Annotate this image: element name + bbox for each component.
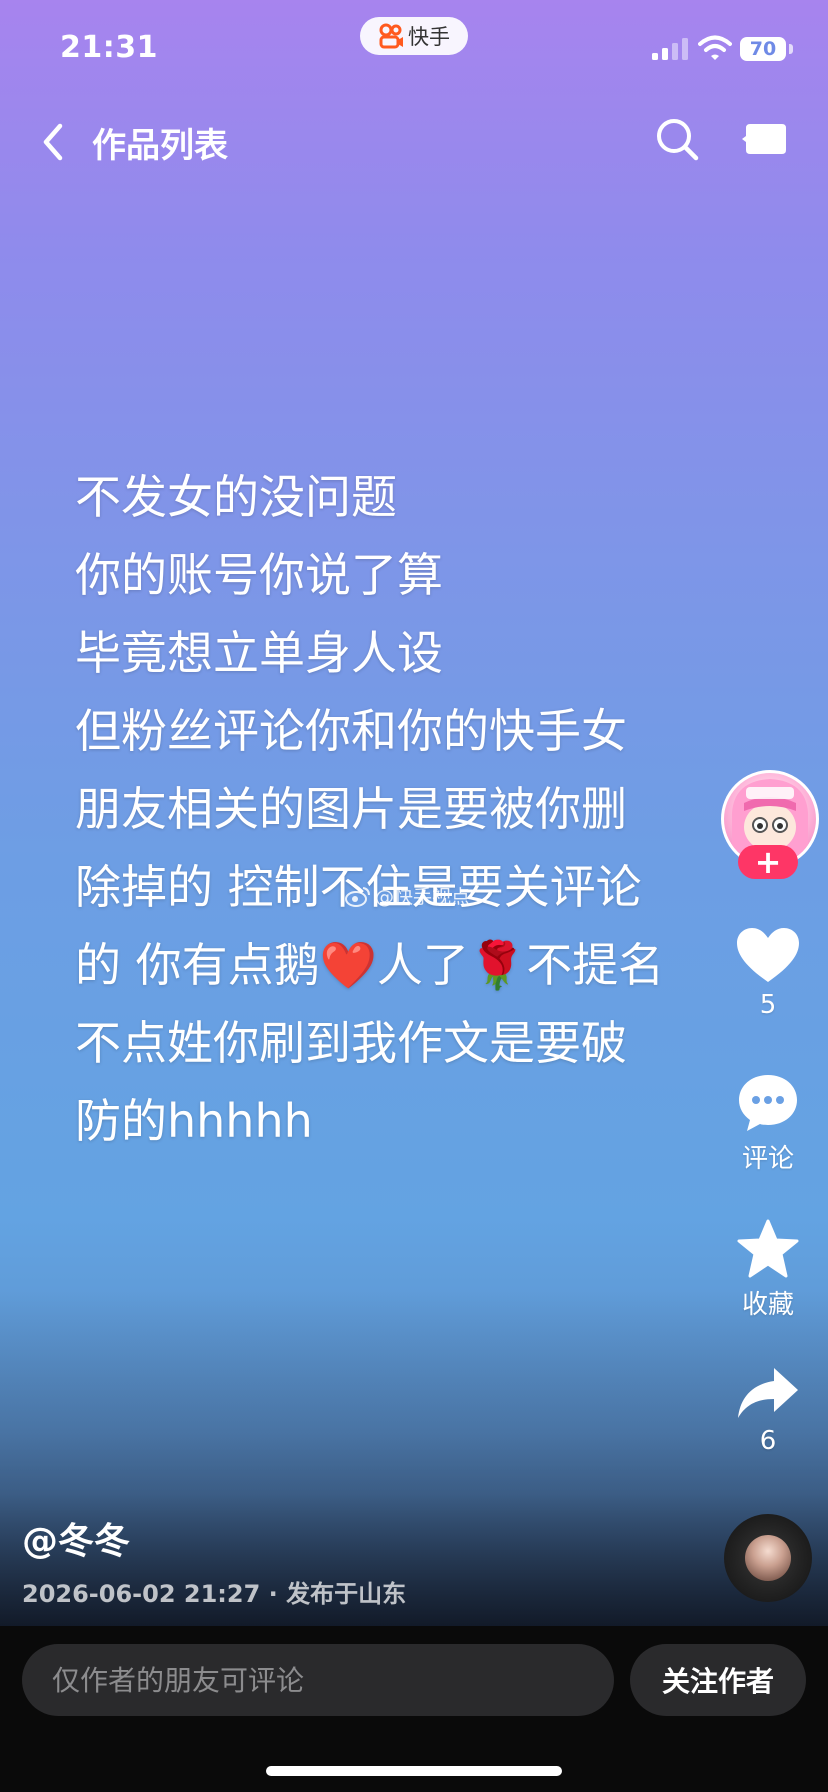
post-line: 防的hhhhh (75, 1094, 313, 1148)
post-line-segment: 不提名 (526, 938, 665, 992)
share-count: 6 (759, 1426, 777, 1456)
comment-input[interactable] (22, 1644, 614, 1716)
heart-icon (737, 928, 799, 982)
post-line: 朋友相关的图片是要被你删 (75, 782, 627, 836)
post-line: 你的账号你说了算 (75, 548, 443, 602)
music-disc-avatar (745, 1535, 791, 1581)
comment-icon (739, 1075, 797, 1131)
watermark: @快手视点 (345, 882, 470, 909)
post-text: 不发女的没问题 你的账号你说了算 毕竟想立单身人设 但粉丝评论你和你的快手女 朋… (75, 458, 715, 1160)
post-line: 毕竟想立单身人设 (75, 626, 443, 680)
weibo-logo-icon (345, 886, 370, 907)
post-line: 不点姓你刷到我作文是要破 (75, 1016, 627, 1070)
rose-emoji-icon: 🌹 (468, 938, 527, 992)
author-handle[interactable]: @冬冬 (22, 1512, 130, 1564)
post-line: 不发女的没问题 (75, 470, 397, 524)
comment-button[interactable]: 评论 (728, 1072, 808, 1175)
page-title: 作品列表 (92, 126, 228, 166)
app-badge: 快手 (360, 17, 468, 55)
wifi-icon (698, 35, 732, 60)
battery-tip (789, 44, 793, 54)
post-line: 但粉丝评论你和你的快手女 (75, 704, 627, 758)
home-indicator[interactable] (266, 1766, 562, 1776)
star-icon (737, 1219, 799, 1278)
like-count: 5 (759, 990, 777, 1020)
comment-label: 评论 (741, 1144, 794, 1174)
share-icon (738, 1368, 798, 1418)
post-line-segment: 的 你有点鹅 (75, 938, 320, 992)
music-disc-button[interactable] (724, 1514, 812, 1602)
app-screen: 21:31 快手 70 作品列表 不发女的没问题 你的账号你说了算 毕竟想立单身… (0, 0, 828, 1792)
share-button[interactable]: 6 (728, 1366, 808, 1456)
favorite-label: 收藏 (741, 1290, 794, 1320)
post-line: 的 你有点鹅❤️人了🌹不提名 (75, 926, 715, 1004)
app-badge-label: 快手 (408, 25, 450, 49)
kuaishou-logo-icon (379, 23, 403, 49)
follow-author-button[interactable]: 关注作者 (630, 1644, 806, 1716)
back-chevron-icon[interactable] (36, 120, 72, 164)
status-time: 21:31 (60, 30, 158, 65)
post-line-segment: 人了 (376, 938, 469, 992)
more-icon[interactable] (742, 122, 790, 156)
search-icon[interactable] (654, 116, 700, 162)
watermark-text: @快手视点 (375, 886, 471, 908)
favorite-button[interactable]: 收藏 (728, 1218, 808, 1321)
battery-level: 70 (740, 37, 786, 61)
follow-plus-button[interactable]: + (738, 845, 798, 879)
heart-emoji-icon: ❤️ (319, 938, 377, 992)
signal-icon (652, 38, 688, 60)
post-meta: 2026-06-02 21:27 · 发布于山东 (22, 1580, 407, 1608)
like-button[interactable]: 5 (728, 926, 808, 1020)
